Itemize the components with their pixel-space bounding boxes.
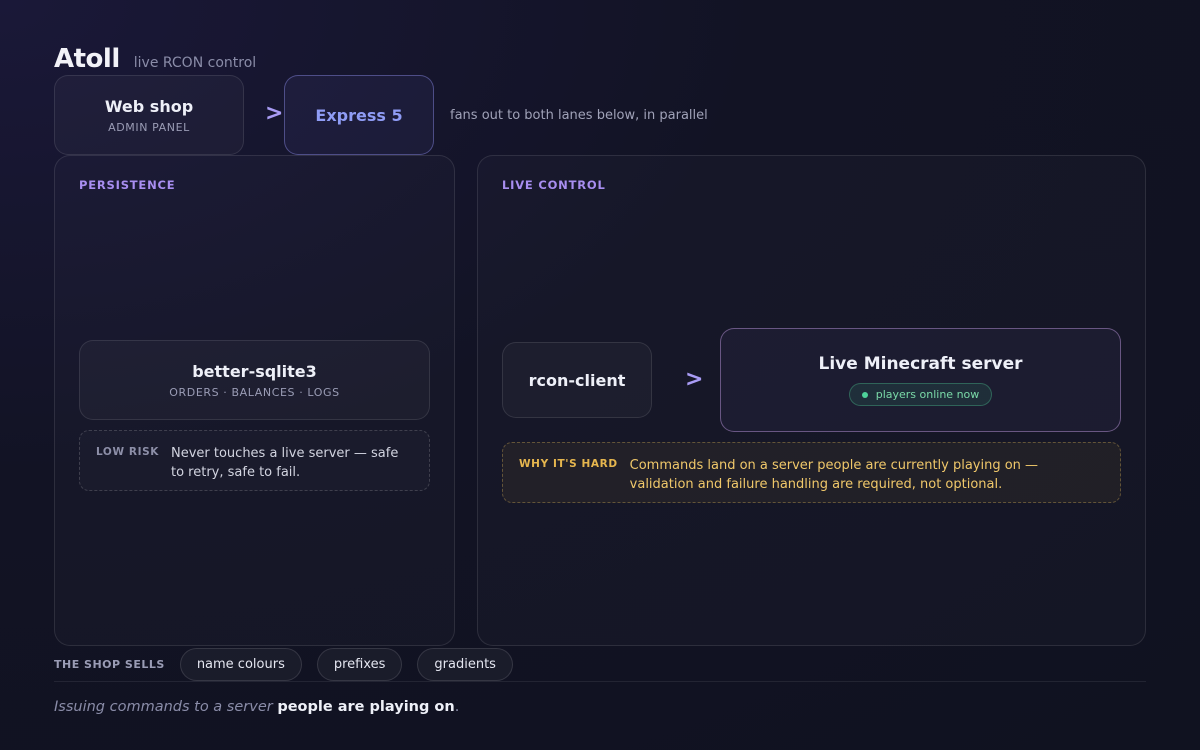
low-risk-tag: LOW RISK — [96, 446, 159, 458]
page-title: Atoll — [54, 44, 120, 74]
rcon-client-title: rcon-client — [528, 370, 626, 390]
express-title: Express 5 — [315, 105, 403, 125]
live-control-lane-label: LIVE CONTROL — [502, 178, 606, 192]
footer-divider — [54, 681, 1146, 682]
shop-sells-label: THE SHOP SELLS — [54, 658, 165, 671]
players-online-text: players online now — [875, 388, 980, 401]
low-risk-note: LOW RISK Never touches a live server — s… — [79, 430, 430, 491]
title-row: Atoll live RCON control — [54, 44, 256, 74]
chevron-right-icon: > — [685, 367, 704, 392]
footer-italic: Issuing commands to a server — [54, 699, 273, 715]
shop-sells-row: THE SHOP SELLS name colours prefixes gra… — [54, 648, 513, 681]
footer-end: . — [454, 699, 460, 715]
minecraft-server-node: Live Minecraft server players online now — [720, 328, 1121, 432]
webshop-node: Web shop ADMIN PANEL — [54, 75, 244, 155]
sqlite-sub: ORDERS · BALANCES · LOGS — [169, 385, 340, 399]
sells-pill-prefixes: prefixes — [316, 648, 403, 681]
persistence-lane-label: PERSISTENCE — [79, 178, 176, 192]
low-risk-text: Never touches a live server — safe to re… — [170, 446, 399, 480]
sells-pill-gradients: gradients — [417, 648, 513, 681]
sells-pill-name-colours: name colours — [179, 648, 302, 681]
status-dot-icon — [861, 391, 868, 398]
footer-bold: people are playing on — [277, 699, 455, 715]
minecraft-server-title: Live Minecraft server — [818, 354, 1023, 374]
why-hard-note: WHY IT'S HARD Commands land on a server … — [502, 442, 1121, 503]
players-online-badge: players online now — [848, 383, 993, 406]
sqlite-title: better-sqlite3 — [192, 361, 317, 381]
why-hard-tag: WHY IT'S HARD — [519, 458, 618, 470]
why-hard-text: Commands land on a server people are cur… — [629, 458, 1039, 492]
page-subtitle: live RCON control — [133, 55, 257, 71]
webshop-title: Web shop — [104, 96, 194, 116]
webshop-sub: ADMIN PANEL — [108, 120, 190, 134]
footer-caption: Issuing commands to a server people are … — [54, 699, 459, 715]
rcon-client-node: rcon-client — [502, 342, 652, 418]
fanout-note: fans out to both lanes below, in paralle… — [450, 108, 708, 123]
express-node: Express 5 — [284, 75, 434, 155]
sqlite-node: better-sqlite3 ORDERS · BALANCES · LOGS — [79, 340, 430, 420]
chevron-right-icon: > — [265, 101, 284, 126]
